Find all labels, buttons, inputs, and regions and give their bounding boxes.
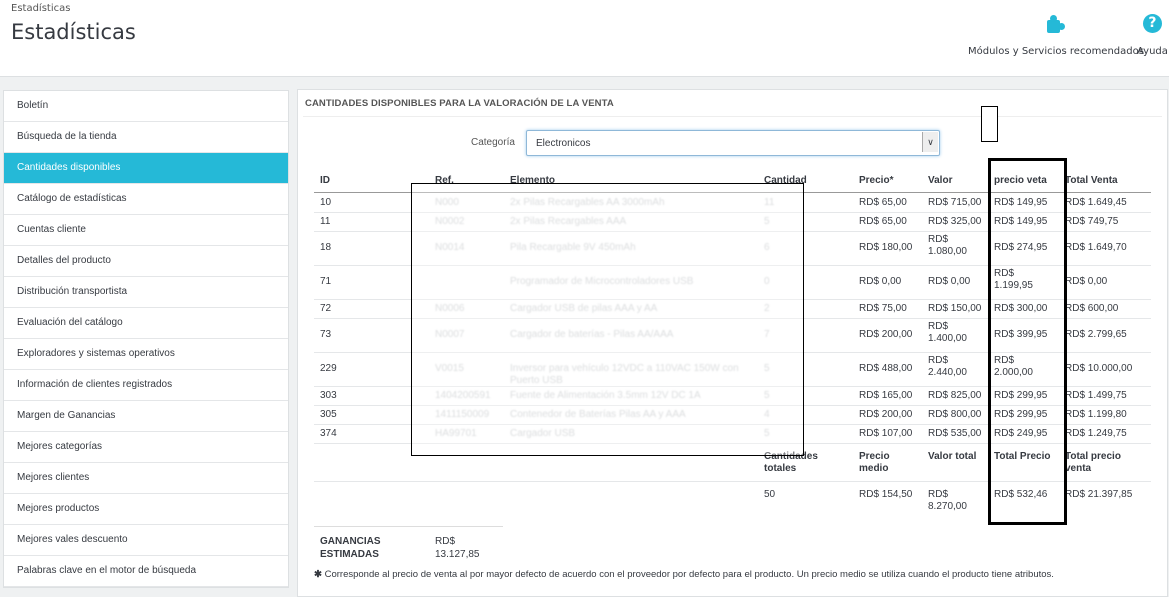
table-cell: RD$ 0,00 — [859, 276, 902, 287]
question-circle-icon: ? — [1142, 14, 1162, 33]
table-cell: 229 — [320, 363, 337, 374]
sidebar-item[interactable]: Mejores vales descuento — [4, 525, 288, 556]
sidebar-item[interactable]: Información de clientes registrados — [4, 370, 288, 401]
table-cell: 374 — [320, 428, 337, 439]
totals-value: RD$ 154,50 — [859, 489, 913, 500]
table-cell: 303 — [320, 390, 337, 401]
footnote-text: Corresponde al precio de venta al por ma… — [324, 569, 1054, 580]
modules-label: Módulos y Servicios recomendados — [968, 46, 1144, 57]
table-cell: RD$ 0,00 — [1065, 276, 1108, 287]
table-cell: RD$ 715,00 — [928, 197, 982, 208]
column-header: Precio* — [859, 175, 894, 186]
table-cell: RD$ 65,00 — [859, 197, 907, 208]
annotation-box — [981, 106, 998, 142]
totals-value: 50 — [764, 489, 776, 500]
sidebar-item[interactable]: Distribución transportista — [4, 277, 288, 308]
table-cell: 11 — [320, 216, 331, 227]
table-cell: RD$ 200,00 — [859, 409, 913, 420]
table-cell: 305 — [320, 409, 337, 420]
table-cell: 71 — [320, 276, 332, 287]
table-cell: RD$ 600,00 — [1065, 303, 1119, 314]
sidebar-item[interactable]: Evaluación del catálogo — [4, 308, 288, 339]
table-cell: 18 — [320, 242, 332, 253]
column-header: ID — [320, 175, 330, 186]
table-cell: RD$ 1.499,75 — [1065, 390, 1127, 401]
table-cell: RD$ 749,75 — [1065, 216, 1119, 227]
sidebar-item[interactable]: Boletín — [4, 91, 288, 122]
column-header: Total Venta — [1065, 175, 1118, 186]
totals-header: Total precio venta — [1065, 451, 1121, 474]
sidebar-item[interactable]: Margen de Ganancias — [4, 401, 288, 432]
table-cell: 73 — [320, 329, 332, 340]
stock-valuation-panel: CANTIDADES DISPONIBLES PARA LA VALORACIÓ… — [297, 89, 1168, 597]
table-cell: RD$ 1.249,75 — [1065, 428, 1127, 439]
highlight-box — [988, 158, 1067, 525]
stats-sidebar: Boletín Búsqueda de la tienda Cantidades d… — [3, 90, 289, 588]
redaction-box — [411, 183, 804, 456]
table-cell: RD$ 1.199,80 — [1065, 409, 1127, 420]
page-title: Estadísticas — [11, 20, 136, 44]
table-cell: RD$ 1.649,70 — [1065, 242, 1127, 253]
sidebar-item[interactable]: Cantidades disponibles — [4, 153, 288, 184]
sidebar-item[interactable]: Catálogo de estadísticas — [4, 184, 288, 215]
table-cell: RD$ 0,00 — [928, 276, 971, 287]
table-cell: RD$ 107,00 — [859, 428, 913, 439]
table-cell: 72 — [320, 303, 332, 314]
footnote: ✱ Corresponde al precio de venta al por … — [314, 569, 1054, 580]
earnings-value: RD$ 13.127,85 — [435, 536, 480, 560]
puzzle-icon — [1045, 14, 1067, 36]
sidebar-item[interactable]: Mejores categorías — [4, 432, 288, 463]
table-cell: RD$ 2.799,65 — [1065, 329, 1127, 340]
totals-header: Precio medio — [859, 451, 890, 474]
table-cell: RD$ 1.400,00 — [928, 321, 967, 344]
sidebar-item[interactable]: Mejores clientes — [4, 463, 288, 494]
table-cell: RD$ 165,00 — [859, 390, 913, 401]
sidebar-item[interactable]: Detalles del producto — [4, 246, 288, 277]
asterisk-icon: ✱ — [314, 569, 322, 580]
sidebar-item[interactable]: Mejores productos — [4, 494, 288, 525]
table-cell: RD$ 180,00 — [859, 242, 913, 253]
modules-button[interactable]: Módulos y Servicios recomendados — [968, 14, 1144, 57]
breadcrumb[interactable]: Estadísticas — [11, 3, 70, 14]
table-cell: RD$ 325,00 — [928, 216, 982, 227]
table-cell: 10 — [320, 197, 332, 208]
table-cell: RD$ 1.080,00 — [928, 234, 967, 257]
earnings-label: GANANCIAS ESTIMADAS — [320, 536, 381, 560]
totals-value: RD$ 21.397,85 — [1065, 489, 1133, 500]
table-cell: RD$ 800,00 — [928, 409, 982, 420]
sidebar-item[interactable]: Exploradores y sistemas operativos — [4, 339, 288, 370]
table-cell: RD$ 200,00 — [859, 329, 913, 340]
sidebar-item[interactable]: Cuentas cliente — [4, 215, 288, 246]
table-cell: RD$ 150,00 — [928, 303, 982, 314]
table-cell: RD$ 65,00 — [859, 216, 907, 227]
page-header: Estadísticas Estadísticas Módulos y Serv… — [0, 0, 1169, 77]
table-cell: RD$ 10.000,00 — [1065, 363, 1133, 374]
table-cell: RD$ 825,00 — [928, 390, 982, 401]
totals-value: RD$ 8.270,00 — [928, 489, 967, 512]
table-cell: RD$ 75,00 — [859, 303, 907, 314]
totals-header: Valor total — [928, 451, 977, 462]
table-cell: RD$ 2.440,00 — [928, 355, 967, 378]
table-cell: RD$ 535,00 — [928, 428, 982, 439]
table-cell: RD$ 1.649,45 — [1065, 197, 1127, 208]
column-header: Valor — [928, 175, 953, 186]
help-button[interactable]: ? Ayuda — [1137, 14, 1168, 57]
sidebar-item[interactable]: Palabras clave en el motor de búsqueda — [4, 556, 288, 587]
table-cell: RD$ 488,00 — [859, 363, 913, 374]
sidebar-item[interactable]: Búsqueda de la tienda — [4, 122, 288, 153]
help-label: Ayuda — [1137, 46, 1168, 57]
